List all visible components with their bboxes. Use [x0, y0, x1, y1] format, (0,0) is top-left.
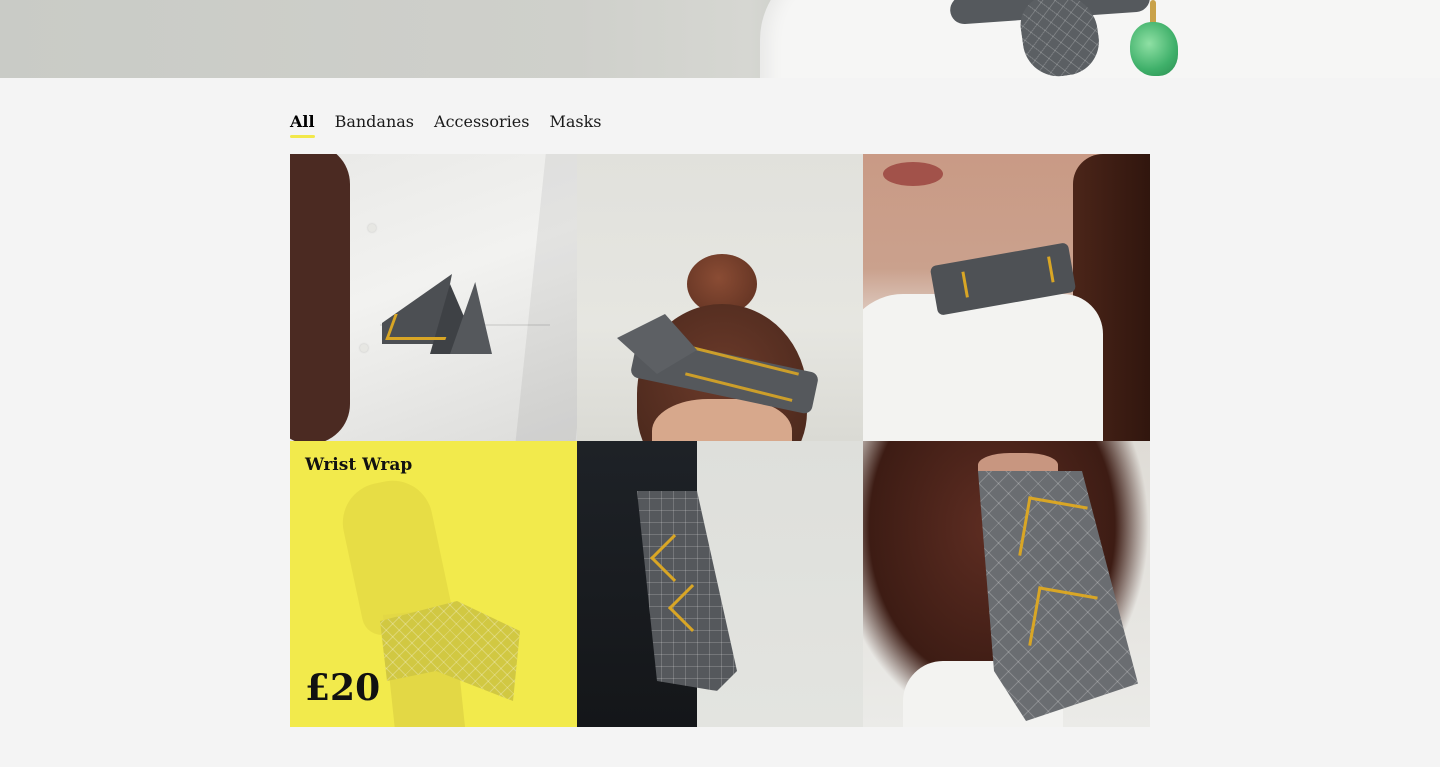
hero-jade-pendant: [1130, 22, 1178, 76]
photo-pattern: [1028, 586, 1098, 656]
product-tile-mask[interactable]: [863, 441, 1150, 727]
hero-banner-image: [0, 0, 1440, 78]
photo-lips: [883, 162, 943, 186]
product-grid: Wrist Wrap £20: [290, 154, 1150, 727]
product-price: £20: [305, 667, 381, 709]
photo-shirt-button: [360, 344, 368, 352]
product-tile-neck-scarf[interactable]: [863, 154, 1150, 441]
tab-bandanas[interactable]: Bandanas: [335, 110, 414, 140]
tab-all[interactable]: All: [290, 110, 315, 140]
photo-shirt: [863, 294, 1103, 441]
product-tile-wrist-wrap[interactable]: Wrist Wrap £20: [290, 441, 577, 727]
tab-accessories[interactable]: Accessories: [434, 110, 529, 140]
photo-hair: [290, 154, 350, 441]
product-tile-headband[interactable]: [577, 154, 863, 441]
product-tile-pocket-square[interactable]: [290, 154, 577, 441]
photo-pattern: [1018, 496, 1088, 566]
photo-shirt-button: [368, 224, 376, 232]
tab-masks[interactable]: Masks: [549, 110, 601, 140]
photo-pattern: [385, 314, 455, 340]
category-tabs: All Bandanas Accessories Masks: [290, 110, 602, 140]
product-title: Wrist Wrap: [305, 455, 413, 475]
product-tile-pocket-bandana[interactable]: [577, 441, 863, 727]
